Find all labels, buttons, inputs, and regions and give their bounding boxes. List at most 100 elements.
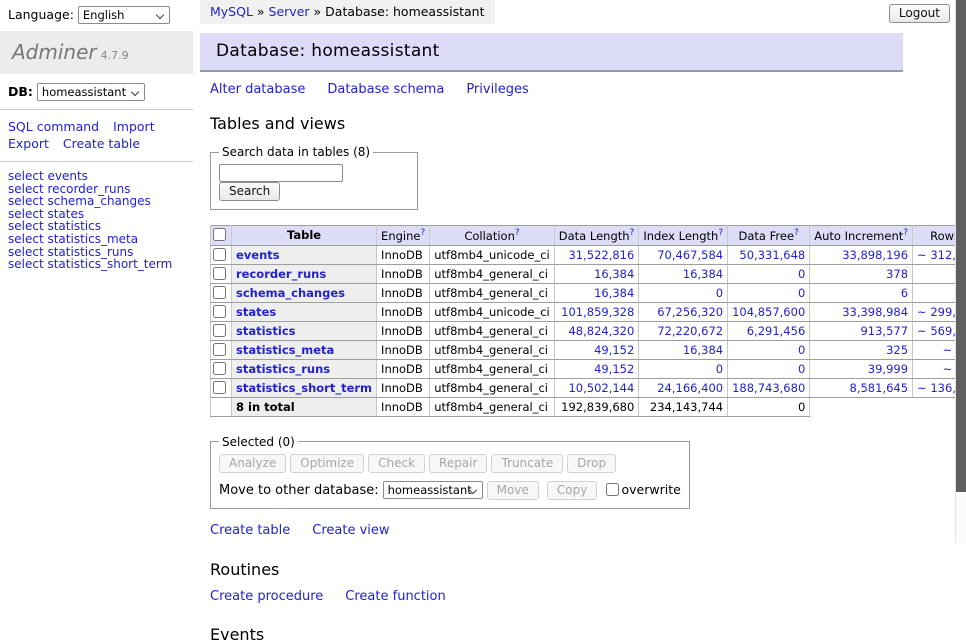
link-create-view[interactable]: Create view xyxy=(312,523,389,538)
link-export[interactable]: Export xyxy=(8,135,49,152)
help-link-data-length[interactable]: ? xyxy=(630,228,635,238)
language-select[interactable]: English xyxy=(78,6,170,24)
help-link-auto-increment[interactable]: ? xyxy=(903,228,908,238)
index-length-link[interactable]: 0 xyxy=(716,362,723,376)
index-length-link[interactable]: 24,166,400 xyxy=(657,381,723,395)
link-import[interactable]: Import xyxy=(113,118,155,135)
logout-button[interactable]: Logout xyxy=(889,4,950,23)
table-link-schema-changes[interactable]: schema_changes xyxy=(236,286,345,300)
move-button[interactable]: Move xyxy=(487,481,539,500)
link-database-schema[interactable]: Database schema xyxy=(327,82,444,97)
collation-cell: utf8mb4_general_ci xyxy=(430,321,555,340)
vertical-scrollbar[interactable] xyxy=(955,0,966,543)
auto-increment-link[interactable]: 39,999 xyxy=(868,362,908,376)
truncate-button[interactable]: Truncate xyxy=(491,454,563,473)
breadcrumb-link-server[interactable]: Server xyxy=(269,4,310,19)
link-create-table[interactable]: Create table xyxy=(210,523,290,538)
check-button[interactable]: Check xyxy=(368,454,425,473)
table-link-statistics-short-term[interactable]: statistics_short_term xyxy=(236,381,372,395)
data-free-link[interactable]: 0 xyxy=(798,286,805,300)
table-link-statistics-meta[interactable]: statistics_meta xyxy=(236,343,334,357)
auto-increment-link[interactable]: 6 xyxy=(901,286,908,300)
data-length-link[interactable]: 48,824,320 xyxy=(568,324,634,338)
search-input[interactable] xyxy=(219,164,343,182)
link-select-schema-changes[interactable]: select schema_changes xyxy=(8,195,185,208)
analyze-button[interactable]: Analyze xyxy=(219,454,286,473)
data-length-cell: 49,152 xyxy=(554,340,639,359)
table-row: statistics_metaInnoDButf8mb4_general_ci4… xyxy=(211,340,966,359)
breadcrumb-link-mysql[interactable]: MySQL xyxy=(210,4,253,19)
index-length-link[interactable]: 70,467,584 xyxy=(657,248,723,262)
help-link-index-length[interactable]: ? xyxy=(718,228,723,238)
help-link-data-free[interactable]: ? xyxy=(794,228,799,238)
data-free-link[interactable]: 104,857,600 xyxy=(732,305,805,319)
move-db-select[interactable]: homeassistant xyxy=(383,481,483,499)
scrollbar-thumb[interactable] xyxy=(956,0,966,492)
link-select-statistics-short-term[interactable]: select statistics_short_term xyxy=(8,258,185,271)
row-checkbox[interactable] xyxy=(213,324,226,337)
optimize-button[interactable]: Optimize xyxy=(290,454,364,473)
data-length-link[interactable]: 10,502,144 xyxy=(568,381,634,395)
help-link-collation[interactable]: ? xyxy=(515,228,520,238)
row-checkbox[interactable] xyxy=(213,305,226,318)
drop-button[interactable]: Drop xyxy=(567,454,616,473)
auto-increment-link[interactable]: 33,398,984 xyxy=(842,305,908,319)
table-link-events[interactable]: events xyxy=(236,248,280,262)
data-length-link[interactable]: 49,152 xyxy=(594,343,634,357)
table-link-states[interactable]: states xyxy=(236,305,276,319)
link-select-statistics-meta[interactable]: select statistics_meta xyxy=(8,233,185,246)
data-free-link[interactable]: 188,743,680 xyxy=(732,381,805,395)
selected-fieldset: Selected (0) AnalyzeOptimizeCheckRepairT… xyxy=(210,435,690,509)
data-length-link[interactable]: 49,152 xyxy=(594,362,634,376)
index-length-link[interactable]: 67,256,320 xyxy=(657,305,723,319)
link-select-events[interactable]: select events xyxy=(8,170,185,183)
data-free-link[interactable]: 50,331,648 xyxy=(739,248,805,262)
data-free-link[interactable]: 0 xyxy=(798,343,805,357)
total-engine-cell: InnoDB xyxy=(377,397,430,416)
link-create-table[interactable]: Create table xyxy=(63,135,140,152)
search-button[interactable]: Search xyxy=(219,182,280,201)
index-length-link[interactable]: 0 xyxy=(716,286,723,300)
row-checkbox[interactable] xyxy=(213,286,226,299)
data-free-link[interactable]: 0 xyxy=(798,362,805,376)
overwrite-checkbox[interactable] xyxy=(606,483,619,496)
db-select[interactable]: homeassistant xyxy=(37,83,145,101)
row-checkbox[interactable] xyxy=(213,248,226,261)
auto-increment-link[interactable]: 325 xyxy=(886,343,908,357)
table-link-statistics[interactable]: statistics xyxy=(236,324,296,338)
data-length-link[interactable]: 31,522,816 xyxy=(568,248,634,262)
row-checkbox[interactable] xyxy=(213,362,226,375)
auto-increment-link[interactable]: 913,577 xyxy=(860,324,908,338)
auto-increment-cell: 33,898,196 xyxy=(810,245,913,264)
data-length-cell: 16,384 xyxy=(554,283,639,302)
help-link-engine[interactable]: ? xyxy=(420,228,425,238)
table-link-statistics-runs[interactable]: statistics_runs xyxy=(236,362,330,376)
data-length-link[interactable]: 16,384 xyxy=(594,286,634,300)
table-link-recorder-runs[interactable]: recorder_runs xyxy=(236,267,326,281)
auto-increment-link[interactable]: 8,581,645 xyxy=(850,381,909,395)
link-sql-command[interactable]: SQL command xyxy=(8,118,99,135)
row-checkbox[interactable] xyxy=(213,267,226,280)
page-title: Database: homeassistant xyxy=(216,41,903,61)
link-create-function[interactable]: Create function xyxy=(345,589,445,604)
row-checkbox[interactable] xyxy=(213,343,226,356)
link-alter-database[interactable]: Alter database xyxy=(210,82,305,97)
data-length-link[interactable]: 16,384 xyxy=(594,267,634,281)
index-length-link[interactable]: 16,384 xyxy=(683,343,723,357)
link-create-procedure[interactable]: Create procedure xyxy=(210,589,323,604)
copy-button[interactable]: Copy xyxy=(547,481,597,500)
data-free-link[interactable]: 6,291,456 xyxy=(747,324,806,338)
repair-button[interactable]: Repair xyxy=(429,454,487,473)
auto-increment-link[interactable]: 33,898,196 xyxy=(842,248,908,262)
link-privileges[interactable]: Privileges xyxy=(466,82,529,97)
adminer-logo-link[interactable]: Adminer xyxy=(12,40,97,64)
index-length-link[interactable]: 16,384 xyxy=(683,267,723,281)
select-all-checkbox[interactable] xyxy=(213,228,226,241)
index-length-link[interactable]: 72,220,672 xyxy=(657,324,723,338)
engine-cell: InnoDB xyxy=(377,359,430,378)
row-select-cell xyxy=(211,321,232,340)
row-checkbox[interactable] xyxy=(213,381,226,394)
data-length-link[interactable]: 101,859,328 xyxy=(561,305,634,319)
data-free-link[interactable]: 0 xyxy=(798,267,805,281)
auto-increment-link[interactable]: 378 xyxy=(886,267,908,281)
